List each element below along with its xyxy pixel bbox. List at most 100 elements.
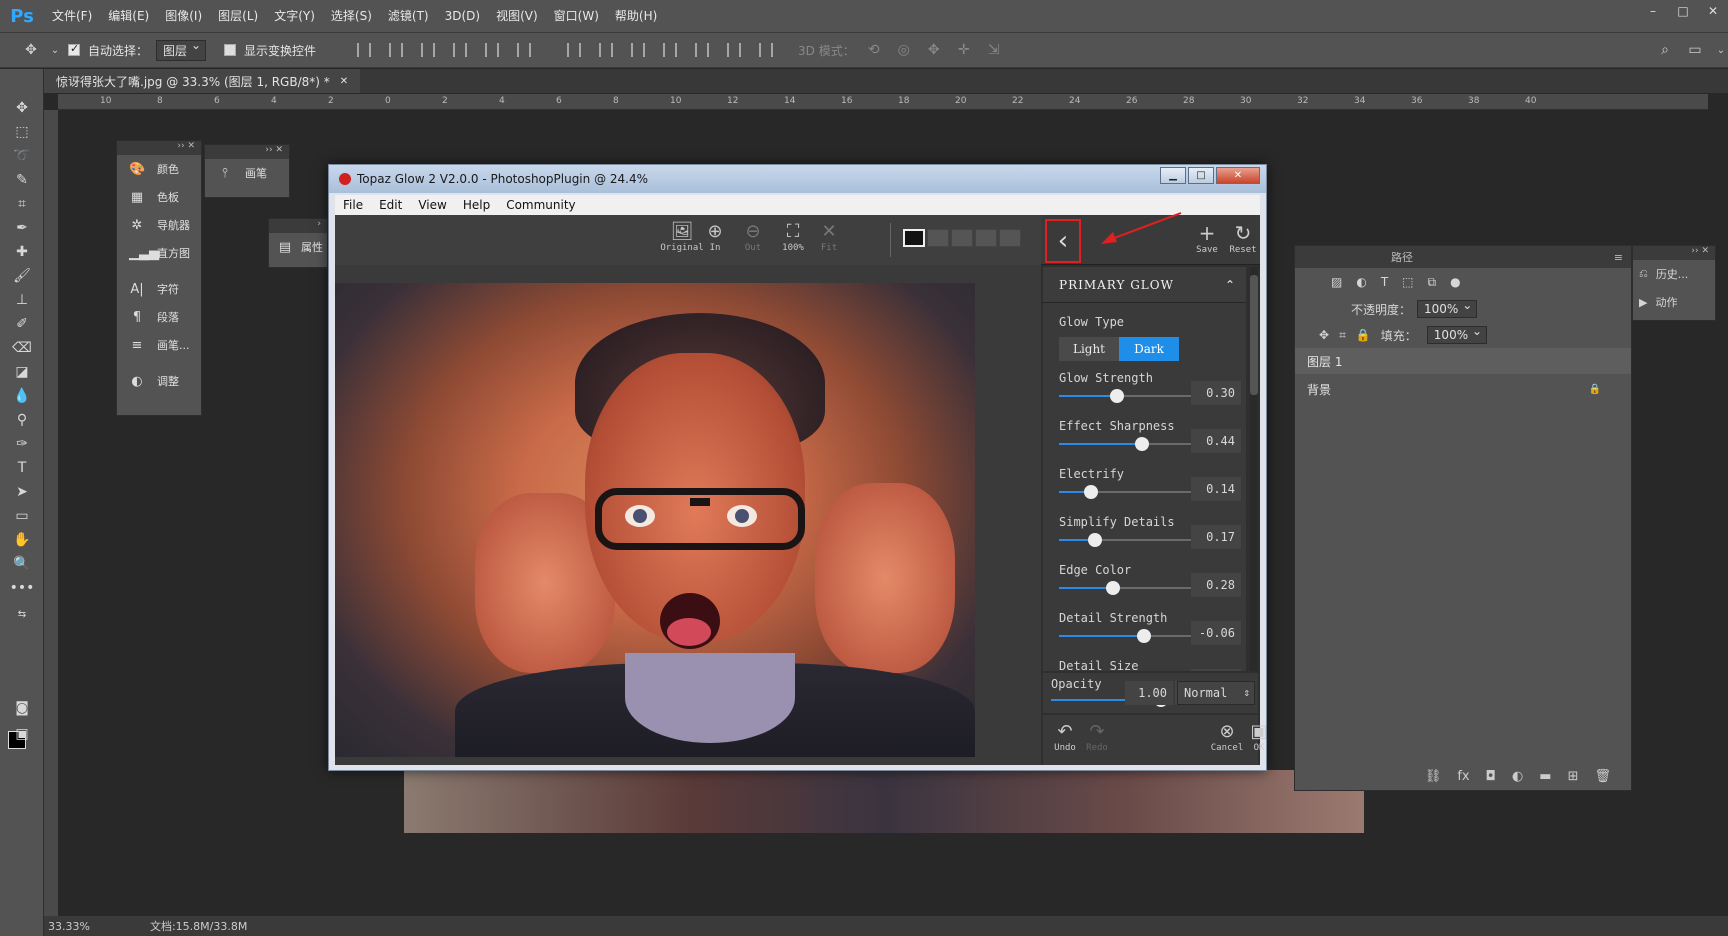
3d-slide-icon[interactable]: ✛: [953, 39, 975, 61]
move-tool-icon[interactable]: ✥: [8, 97, 36, 119]
shape-tool-icon[interactable]: ▭: [8, 505, 36, 527]
blur-tool-icon[interactable]: 💧: [8, 385, 36, 407]
menu-item[interactable]: 帮助(H): [607, 0, 665, 32]
glow-type-dark[interactable]: Dark: [1119, 337, 1179, 361]
back-button[interactable]: ‹: [1045, 219, 1081, 263]
pen-tool-icon[interactable]: ✑: [8, 433, 36, 455]
section-header[interactable]: PRIMARY GLOW ⌃: [1043, 267, 1246, 303]
quick-mask-icon[interactable]: ◙: [8, 697, 36, 719]
opacity-value[interactable]: 1.00: [1125, 681, 1173, 705]
close-icon[interactable]: ✕: [1698, 0, 1728, 22]
plugin-menu-item[interactable]: View: [410, 198, 454, 212]
panel-item[interactable]: ≡ 画笔...: [117, 331, 201, 359]
panel-menu-icon[interactable]: ≡: [1614, 251, 1623, 264]
filter-smart-icon[interactable]: ⧉: [1428, 275, 1437, 290]
panel-item[interactable]: ¶ 段落: [117, 303, 201, 331]
view-button-in[interactable]: ⊕ In: [697, 221, 733, 253]
type-tool-icon[interactable]: T: [8, 457, 36, 479]
plugin-menu-item[interactable]: Edit: [371, 198, 410, 212]
search-icon[interactable]: ⌕: [1654, 39, 1676, 61]
filter-adjustment-icon[interactable]: ◐: [1356, 275, 1366, 289]
history-brush-tool-icon[interactable]: ✐: [8, 313, 36, 335]
3d-drag-icon[interactable]: ✥: [923, 39, 945, 61]
3d-roll-icon[interactable]: ◎: [893, 39, 915, 61]
menu-item[interactable]: 图层(L): [210, 0, 266, 32]
eraser-tool-icon[interactable]: ⌫: [8, 337, 36, 359]
layer-row[interactable]: 背景 🔒: [1295, 376, 1631, 402]
electrify-value[interactable]: 0.14: [1191, 477, 1241, 501]
history-panel-item[interactable]: ▶ 动作: [1633, 288, 1715, 316]
panel-item[interactable]: ◐ 调整: [117, 367, 201, 395]
align-bottom-icon[interactable]: [421, 43, 436, 57]
zoom-level[interactable]: 33.33%: [48, 920, 90, 933]
add-mask-icon[interactable]: ◘: [1486, 769, 1496, 784]
view-single-icon[interactable]: [903, 229, 925, 247]
menu-item[interactable]: 图像(I): [157, 0, 210, 32]
chevron-down-icon[interactable]: ⌄: [1714, 39, 1728, 61]
auto-select-target-dropdown[interactable]: 图层: [156, 38, 207, 61]
minimize-icon[interactable]: ▁: [1160, 167, 1186, 184]
fx-icon[interactable]: fx: [1457, 769, 1469, 784]
history-panel-item[interactable]: ⎌ 历史...: [1633, 260, 1715, 288]
view-split-horizontal-icon[interactable]: [951, 229, 973, 247]
fill-input[interactable]: 100%: [1426, 324, 1488, 344]
simplify-details-value[interactable]: 0.17: [1191, 525, 1241, 549]
view-side-by-side-icon[interactable]: [975, 229, 997, 247]
menu-item[interactable]: 编辑(E): [100, 0, 157, 32]
slider-knob[interactable]: [1136, 629, 1151, 643]
view-button-100pct[interactable]: ⛶ 100%: [775, 221, 811, 253]
maximize-icon[interactable]: □: [1188, 167, 1214, 184]
slider-knob[interactable]: [1084, 485, 1099, 499]
align-hcenter-icon[interactable]: [485, 43, 500, 57]
zoom-tool-icon[interactable]: 🔍: [8, 553, 36, 575]
new-layer-icon[interactable]: ⊞: [1568, 769, 1579, 784]
quick-select-tool-icon[interactable]: ✎: [8, 169, 36, 191]
menu-item[interactable]: 窗口(W): [546, 0, 607, 32]
glow-strength-value[interactable]: 0.30: [1191, 381, 1241, 405]
eyedropper-tool-icon[interactable]: ✒: [8, 217, 36, 239]
redo-button[interactable]: ↷ Redo: [1079, 721, 1115, 753]
panel-header[interactable]: ›› ✕: [117, 141, 201, 155]
marquee-tool-icon[interactable]: ⬚: [8, 121, 36, 143]
panel-item-brush[interactable]: ⫯ 画笔: [205, 159, 289, 187]
minimize-icon[interactable]: –: [1638, 0, 1668, 22]
filter-type-icon[interactable]: T: [1381, 275, 1388, 289]
align-vcenter-icon[interactable]: [389, 43, 404, 57]
lock-all-icon[interactable]: 🔒: [1356, 328, 1371, 342]
menu-item[interactable]: 文字(Y): [266, 0, 323, 32]
distribute-hcenter-icon[interactable]: [695, 43, 710, 57]
slider-knob[interactable]: [1134, 437, 1149, 451]
slider-knob[interactable]: [1106, 581, 1120, 595]
chevron-up-icon[interactable]: ⌃: [1225, 278, 1236, 292]
panel-item[interactable]: ✲ 导航器: [117, 211, 201, 239]
scrollbar-thumb[interactable]: [1250, 275, 1258, 395]
3d-scale-icon[interactable]: ⇲: [983, 39, 1005, 61]
slider-knob[interactable]: [1088, 533, 1102, 547]
filter-shape-icon[interactable]: ⬚: [1402, 275, 1413, 289]
auto-select-checkbox[interactable]: [68, 42, 80, 56]
auto-align-icon[interactable]: [759, 43, 774, 57]
link-layers-icon[interactable]: ⛓: [1425, 769, 1442, 784]
lock-artboard-icon[interactable]: ⌗: [1339, 328, 1346, 343]
close-icon[interactable]: ✕: [1216, 167, 1260, 184]
filter-toggle-icon[interactable]: ●: [1450, 275, 1460, 289]
maximize-icon[interactable]: □: [1668, 0, 1698, 22]
chevron-down-icon[interactable]: ⌄: [50, 39, 60, 61]
brush-tool-icon[interactable]: 🖌: [8, 265, 36, 287]
distribute-top-icon[interactable]: [567, 43, 582, 57]
glow-type-light[interactable]: Light: [1059, 337, 1119, 361]
path-select-tool-icon[interactable]: ➤: [8, 481, 36, 503]
blend-mode-dropdown[interactable]: Normal: [1177, 681, 1255, 705]
swap-colors-icon[interactable]: ⇆: [8, 603, 36, 625]
menu-item[interactable]: 滤镜(T): [380, 0, 437, 32]
new-group-icon[interactable]: ▬: [1539, 769, 1551, 784]
reset-button[interactable]: ↻ Reset: [1225, 221, 1261, 255]
gradient-tool-icon[interactable]: ◪: [8, 361, 36, 383]
panel-item[interactable]: 🎨 颜色: [117, 155, 201, 183]
cancel-button[interactable]: ⊗ Cancel: [1209, 721, 1245, 753]
tab-paths[interactable]: 路径: [1391, 249, 1413, 265]
plugin-menu-item[interactable]: Help: [455, 198, 498, 212]
view-stacked-icon[interactable]: [999, 229, 1021, 247]
menu-item[interactable]: 3D(D): [437, 0, 488, 32]
dodge-tool-icon[interactable]: ⚲: [8, 409, 36, 431]
